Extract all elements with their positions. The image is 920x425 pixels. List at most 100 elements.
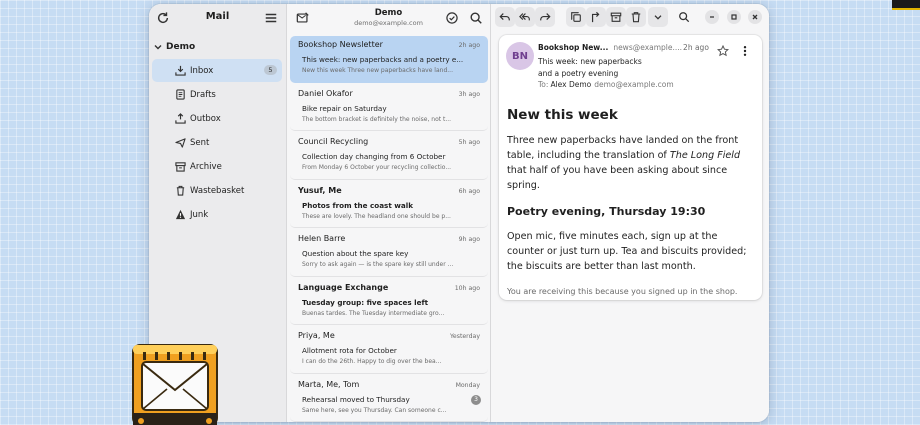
- message-subject: Photos from the coast walk: [302, 200, 414, 210]
- compose-icon: [296, 12, 309, 23]
- maximize-button[interactable]: [727, 10, 741, 24]
- to-label: To:: [538, 80, 549, 89]
- message-subject: Bike repair on Saturday: [302, 103, 387, 113]
- minimize-button[interactable]: [705, 10, 719, 24]
- search-button[interactable]: [466, 8, 486, 28]
- corner-badge: [892, 0, 920, 10]
- chevron-down-icon: [654, 15, 662, 20]
- folder-label: Archive: [190, 161, 222, 172]
- recipient-name[interactable]: Alex Demo: [550, 80, 591, 89]
- message-row[interactable]: Helen Barre 9h ago Question about the spa…: [290, 230, 488, 277]
- unread-count-badge: 5: [264, 65, 277, 75]
- folder-list: Inbox 5 Drafts Outbox Sent Archive Waste…: [152, 59, 282, 227]
- move-button[interactable]: [586, 7, 606, 27]
- message-row[interactable]: Daniel Okafor 3h ago Bike repair on Satur…: [290, 85, 488, 131]
- message-subject: Rehearsal moved to Thursday: [302, 394, 410, 404]
- sender-name[interactable]: Bookshop New...: [538, 43, 608, 52]
- message-subject: Allotment rota for October: [302, 346, 397, 355]
- select-mode-button[interactable]: [442, 8, 462, 28]
- folder-label: Wastebasket: [190, 185, 245, 196]
- sidebar-item-outbox[interactable]: Outbox: [152, 107, 282, 130]
- account-name: Demo: [374, 8, 403, 18]
- folder-label: Junk: [190, 209, 209, 220]
- message-subject: Tuesday group: five spaces left: [302, 297, 429, 307]
- close-icon: [752, 14, 758, 20]
- forward-button[interactable]: [535, 7, 555, 27]
- message-row[interactable]: Bookshop Newsletter 2h ago This week: new…: [290, 36, 488, 83]
- hamburger-menu-icon: [265, 13, 277, 23]
- sidebar-item-archive[interactable]: Archive: [152, 155, 282, 178]
- sidebar-item-drafts[interactable]: Drafts: [152, 83, 282, 106]
- folder-label: Sent: [190, 137, 210, 148]
- message-sender: Priya, Me: [298, 331, 335, 340]
- mail-app-icon: [132, 344, 218, 425]
- message-sender: Daniel Okafor: [298, 88, 353, 98]
- message-subject: Collection day changing from 6 October: [302, 152, 446, 161]
- avatar: BN: [506, 42, 534, 70]
- recipient-address[interactable]: demo@example.com: [594, 80, 673, 89]
- copy-button[interactable]: [566, 7, 586, 27]
- close-button[interactable]: [748, 10, 762, 24]
- message-time: Monday: [455, 381, 480, 389]
- more-actions-button[interactable]: [648, 7, 668, 27]
- find-in-message-button[interactable]: [674, 7, 694, 27]
- main-menu-button[interactable]: [261, 8, 281, 28]
- reader-toolbar: [491, 4, 769, 31]
- body-paragraph: Three new paperbacks have landed on the …: [507, 133, 757, 193]
- message-list: Bookshop Newsletter 2h ago This week: new…: [290, 36, 488, 422]
- search-icon: [470, 12, 482, 24]
- message-time: Yesterday: [449, 333, 480, 340]
- sidebar-item-junk[interactable]: Junk: [152, 203, 282, 226]
- reply-button[interactable]: [495, 7, 515, 27]
- message-time: 5h ago: [458, 139, 480, 146]
- sent-icon: [175, 138, 186, 148]
- message-sender: Yusuf, Me: [298, 185, 342, 195]
- message-list-pane: Demo demo@example.com Bookshop Newslette…: [287, 4, 491, 422]
- message-preview: Buenas tardes. The Tuesday intermediate …: [302, 309, 445, 317]
- message-subject: Question about the spare key: [302, 249, 409, 258]
- sidebar-item-wastebasket[interactable]: Wastebasket: [152, 179, 282, 202]
- maximize-icon: [731, 14, 737, 20]
- sidebar-header: Mail: [149, 4, 286, 31]
- message-sender: Council Recycling: [298, 137, 369, 146]
- message-preview: These are lovely. The headland one shoul…: [302, 212, 451, 220]
- archive-button[interactable]: [606, 7, 626, 27]
- sidebar-item-inbox[interactable]: Inbox 5: [152, 59, 282, 82]
- star-icon[interactable]: [717, 45, 729, 57]
- folder-label: Drafts: [190, 89, 216, 100]
- sender-address[interactable]: news@example....: [613, 43, 682, 52]
- search-icon: [679, 12, 690, 23]
- body-footer: You are receiving this because you signe…: [507, 287, 738, 296]
- copy-icon: [571, 12, 581, 22]
- recipient-line: To: Alex Demo demo@example.com: [538, 80, 674, 89]
- subject-line: and a poetry evening: [538, 69, 619, 78]
- archive-icon: [175, 162, 186, 172]
- account-email: demo@example.com: [354, 19, 423, 27]
- thread-count-badge: 3: [471, 394, 481, 405]
- delete-button[interactable]: [626, 7, 646, 27]
- message-preview: I can do the 26th. Happy to dig over the…: [302, 358, 442, 365]
- message-list-header: Demo demo@example.com: [287, 4, 490, 31]
- message-row[interactable]: Marta, Me, Tom Monday Rehearsal moved to …: [290, 376, 488, 422]
- account-toggle[interactable]: Demo: [153, 40, 195, 54]
- message-time: 2h ago: [458, 42, 480, 49]
- message-row[interactable]: Language Exchange 10h ago Tuesday group: …: [290, 279, 488, 325]
- sidebar-item-sent[interactable]: Sent: [152, 131, 282, 154]
- reply-all-button[interactable]: [515, 7, 535, 27]
- message-time: 3h ago: [458, 90, 480, 98]
- more-options-icon[interactable]: [739, 45, 751, 57]
- mail-window: Mail Demo Inbox 5 Drafts Outbox Sent Arc…: [149, 4, 769, 422]
- message-preview: New this week Three new paperbacks have …: [302, 67, 453, 74]
- message-row[interactable]: Priya, Me Yesterday Allotment rota for Oc…: [290, 327, 488, 374]
- from-line: Bookshop New... news@example....2h ago: [538, 43, 718, 52]
- reader-pane: BN Bookshop New... news@example....2h ago…: [491, 4, 769, 422]
- message-row[interactable]: Council Recycling 5h ago Collection day c…: [290, 133, 488, 180]
- chevron-down-icon: [154, 45, 162, 50]
- message-preview: The bottom bracket is definitely the noi…: [302, 115, 452, 123]
- compose-button[interactable]: [293, 8, 313, 28]
- message-row[interactable]: Yusuf, Me 6h ago Photos from the coast wa…: [290, 182, 488, 228]
- body-subheading: Poetry evening, Thursday 19:30: [507, 205, 706, 218]
- account-heading: Demo demo@example.com: [327, 8, 450, 27]
- junk-icon: [175, 209, 186, 220]
- move-to-folder-icon: [591, 11, 600, 23]
